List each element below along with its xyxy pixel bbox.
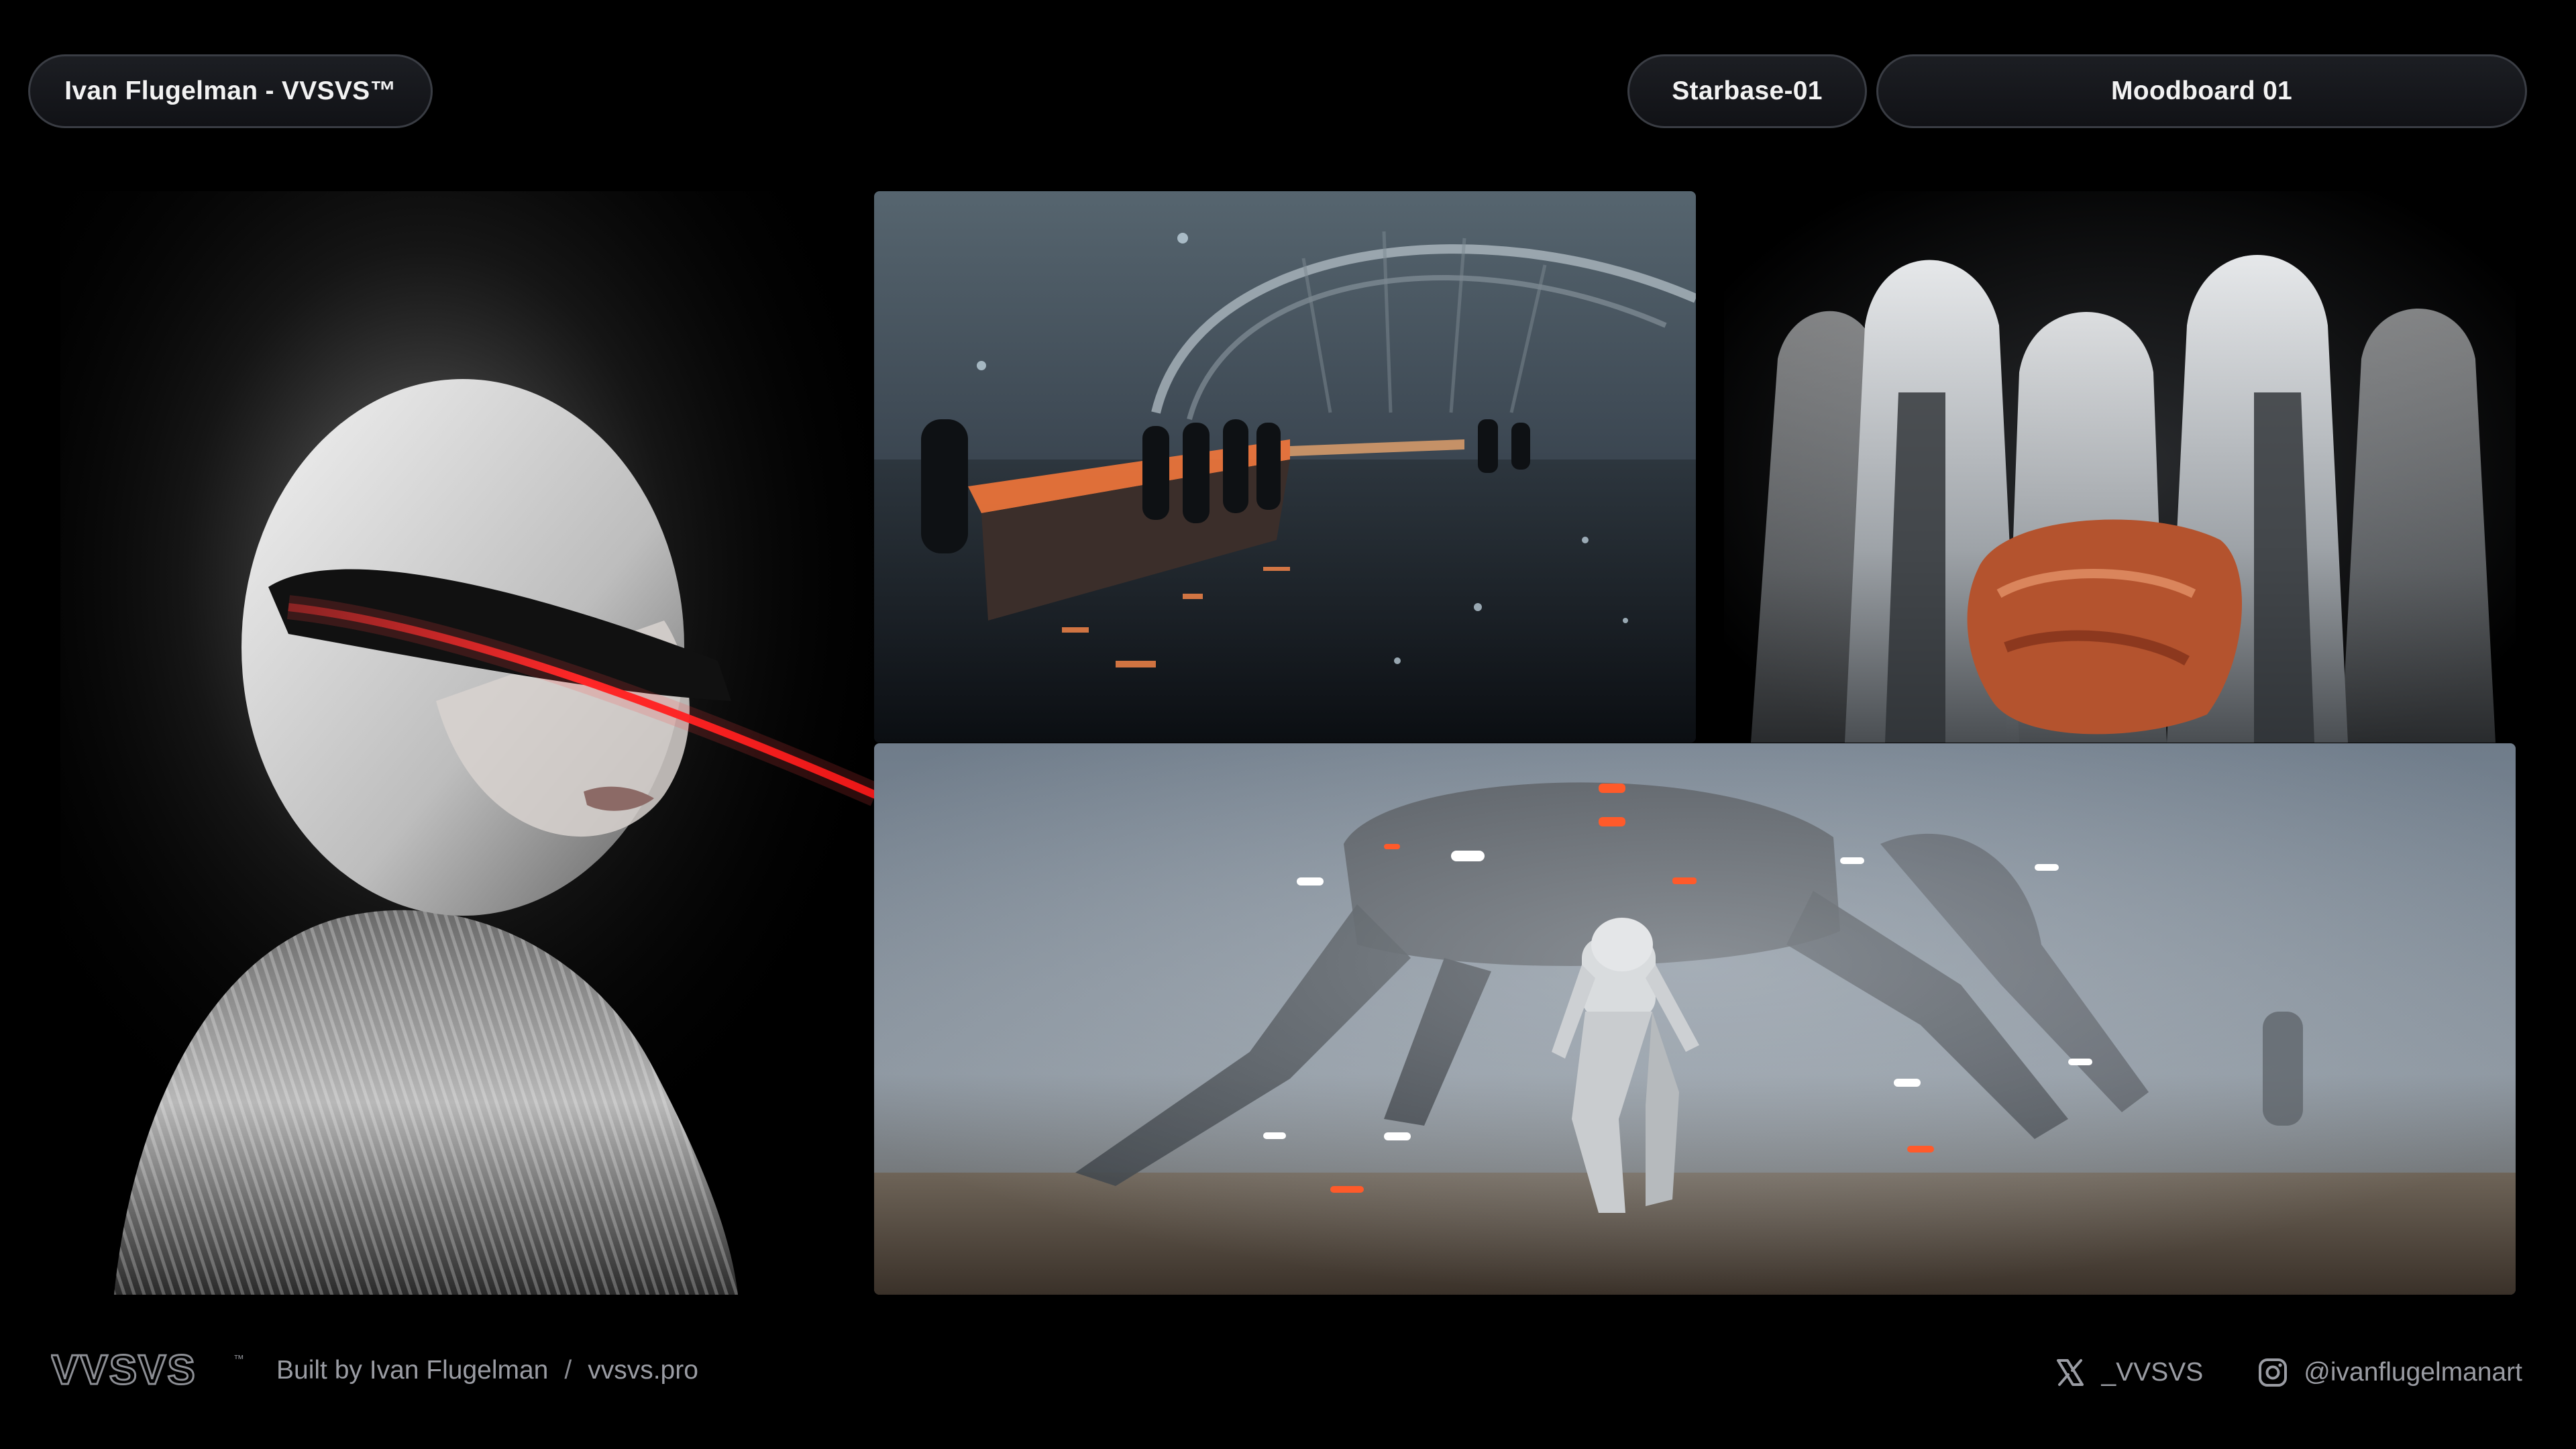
- author-pill[interactable]: Ivan Flugelman - VVSVS™: [28, 54, 433, 128]
- footer-separator: /: [564, 1356, 572, 1385]
- vvsvs-logo[interactable]: VVSVS ™: [51, 1349, 250, 1392]
- project-pill-label: Starbase-01: [1672, 76, 1823, 105]
- author-pill-label: Ivan Flugelman - VVSVS™: [64, 76, 396, 105]
- site-link[interactable]: vvsvs.pro: [588, 1356, 698, 1385]
- moodboard-page: Ivan Flugelman - VVSVS™ Starbase-01 Mood…: [0, 0, 2576, 1449]
- logo-trademark: ™: [233, 1354, 244, 1365]
- portrait-image: [60, 191, 875, 1295]
- hooded-figures-image: [1724, 191, 2516, 743]
- built-by-link[interactable]: Built by Ivan Flugelman: [276, 1356, 548, 1385]
- x-link[interactable]: _VVSVS: [2054, 1356, 2203, 1389]
- x-handle: _VVSVS: [2101, 1358, 2204, 1387]
- instagram-handle: @ivanflugelmanart: [2304, 1358, 2522, 1387]
- walker-mech-image: [874, 743, 2516, 1295]
- project-pill[interactable]: Starbase-01: [1627, 54, 1867, 128]
- instagram-link[interactable]: @ivanflugelmanart: [2257, 1356, 2522, 1389]
- logo-wordmark: VVSVS: [51, 1349, 197, 1392]
- moodboard-pill-label: Moodboard 01: [2110, 76, 2293, 105]
- starbase-hangar-image: [874, 191, 1696, 743]
- instagram-icon: [2259, 1358, 2288, 1387]
- moodboard-pill[interactable]: Moodboard 01: [1876, 54, 2527, 128]
- x-logo-icon: [2057, 1359, 2084, 1386]
- footer-socials: _VVSVS @ivanflugelmanart: [2054, 1347, 2522, 1398]
- footer-credits: VVSVS ™ Built by Ivan Flugelman / vvsvs.…: [51, 1347, 698, 1394]
